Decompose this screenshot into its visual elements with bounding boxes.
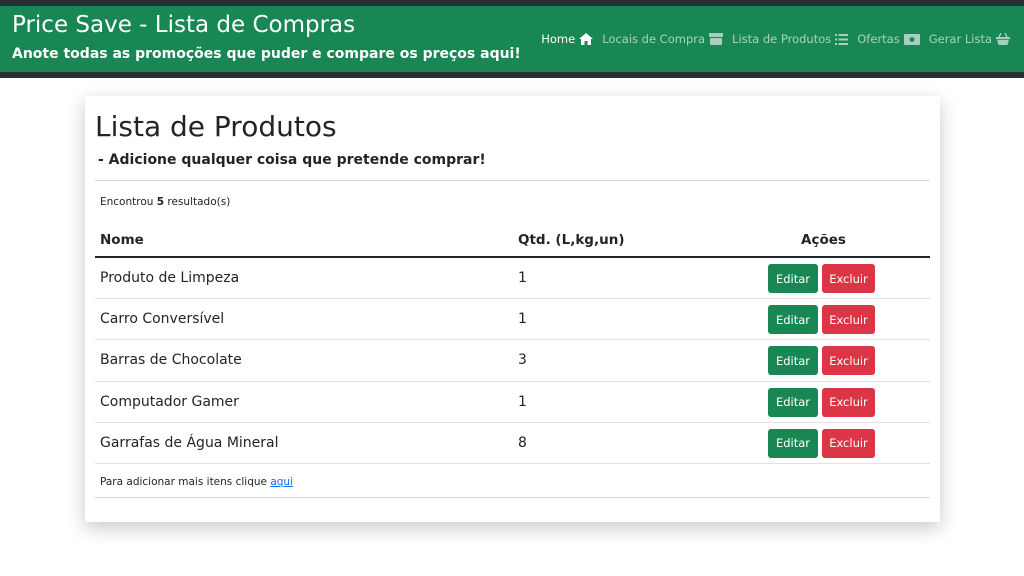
table-row: Barras de Chocolate 3 Editar Excluir [95, 340, 930, 382]
basket-icon [996, 33, 1010, 45]
edit-button[interactable]: Editar [768, 428, 818, 458]
edit-button[interactable]: Editar [768, 346, 818, 376]
product-name: Garrafas de Água Mineral [100, 434, 279, 451]
product-name: Produto de Limpeza [100, 270, 240, 286]
divider [95, 497, 930, 498]
table-row: Produto de Limpeza 1 Editar Excluir [95, 258, 930, 300]
app-subtitle: Anote todas as promoções que puder e com… [12, 46, 521, 62]
list-icon [835, 33, 849, 45]
nav-item-label: Ofertas [857, 32, 900, 46]
nav-item-label: Lista de Produtos [732, 32, 832, 46]
edit-button[interactable]: Editar [768, 305, 818, 335]
column-header-acoes: Ações [801, 232, 846, 248]
money-icon [903, 33, 920, 45]
product-qty: 8 [518, 434, 527, 451]
add-more-hint: Para adicionar mais itens clique aqui [100, 476, 293, 488]
page-subtitle: - Adicione qualquer coisa que pretende c… [98, 152, 486, 168]
app-title[interactable]: Price Save - Lista de Compras [12, 12, 355, 38]
nav-item-locais[interactable]: Locais de Compra [602, 32, 724, 46]
store-icon [709, 33, 724, 45]
products-card: Lista de Produtos - Adicione qualquer co… [85, 96, 940, 522]
column-header-nome: Nome [100, 232, 144, 248]
top-navbar: Price Save - Lista de Compras Anote toda… [0, 0, 1024, 78]
nav-item-label: Home [541, 32, 576, 46]
divider [95, 180, 930, 181]
page-title: Lista de Produtos [95, 110, 337, 143]
results-prefix: Encontrou [100, 196, 157, 208]
table-row: Computador Gamer 1 Editar Excluir [95, 382, 930, 423]
nav-item-home[interactable]: Home [541, 32, 594, 46]
nav-item-label: Gerar Lista [928, 32, 992, 46]
table-row: Garrafas de Água Mineral 8 Editar Exclui… [95, 423, 930, 464]
product-qty: 3 [518, 352, 527, 369]
delete-button[interactable]: Excluir [822, 305, 875, 335]
add-more-link[interactable]: aqui [270, 476, 293, 488]
table-header: Nome Qtd. (L,kg,un) Ações [95, 226, 930, 258]
table-row: Carro Conversível 1 Editar Excluir [95, 299, 930, 341]
delete-button[interactable]: Excluir [822, 387, 875, 417]
edit-button[interactable]: Editar [768, 387, 818, 417]
delete-button[interactable]: Excluir [822, 428, 875, 458]
add-more-text: Para adicionar mais itens clique [100, 476, 271, 488]
product-name: Barras de Chocolate [100, 352, 242, 369]
product-qty: 1 [518, 270, 527, 286]
product-name: Carro Conversível [100, 311, 225, 328]
nav-item-gerar-lista[interactable]: Gerar Lista [929, 32, 1010, 46]
nav-item-produtos[interactable]: Lista de Produtos [732, 32, 849, 46]
product-name: Computador Gamer [100, 393, 239, 410]
home-icon [579, 33, 594, 45]
results-summary: Encontrou 5 resultado(s) [100, 196, 230, 208]
nav-item-label: Locais de Compra [602, 32, 706, 46]
delete-button[interactable]: Excluir [822, 264, 875, 293]
product-qty: 1 [518, 311, 527, 328]
main-nav: Home Locais de Compra Lista de Produtos … [532, 32, 1010, 46]
product-qty: 1 [518, 393, 527, 410]
edit-button[interactable]: Editar [768, 264, 818, 293]
column-header-qtd: Qtd. (L,kg,un) [518, 232, 625, 248]
results-suffix: resultado(s) [164, 196, 231, 208]
products-table-body: Produto de Limpeza 1 Editar Excluir Carr… [95, 258, 930, 464]
results-count: 5 [156, 196, 165, 208]
delete-button[interactable]: Excluir [822, 346, 875, 376]
nav-item-ofertas[interactable]: Ofertas [857, 32, 920, 46]
